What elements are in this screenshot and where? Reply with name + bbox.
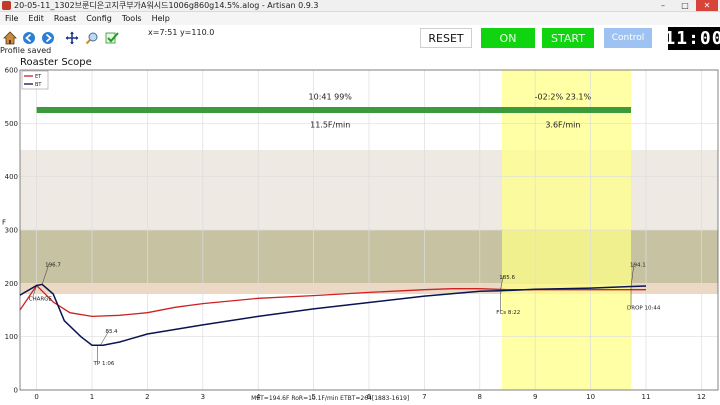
- x-tick-label: 1: [90, 393, 94, 401]
- x-tick-label: 7: [422, 393, 426, 401]
- zoom-icon[interactable]: [85, 31, 99, 45]
- annotation-label: TP 1:06: [93, 361, 115, 367]
- menu-roast[interactable]: Roast: [49, 14, 81, 23]
- back-icon[interactable]: [22, 31, 36, 45]
- annotation-label: CHARGE: [29, 296, 53, 302]
- footer-stats: MET=194.6F RoR=10.1F/min ETBT=264[1883-1…: [251, 395, 409, 401]
- x-tick-label: 12: [697, 393, 706, 401]
- start-button[interactable]: START: [542, 28, 594, 48]
- on-button[interactable]: ON: [481, 28, 535, 48]
- menu-edit[interactable]: Edit: [23, 14, 49, 23]
- x-tick-label: 8: [478, 393, 482, 401]
- x-tick-label: 0: [34, 393, 38, 401]
- phase-label: 11.5F/min: [310, 121, 350, 130]
- pan-icon[interactable]: [65, 31, 79, 45]
- annotation-label: 185.6: [499, 275, 515, 281]
- y-tick-label: 300: [5, 227, 18, 235]
- phase-label: 10:41 99%: [309, 92, 353, 101]
- y-tick-label: 600: [5, 67, 18, 75]
- y-tick-label: 200: [5, 280, 18, 288]
- x-tick-label: 11: [642, 393, 651, 401]
- x-tick-label: 10: [586, 393, 595, 401]
- annotation-label: 83.4: [105, 329, 118, 335]
- window-title: 20-05-11_1302브룬디은고지쿠부가A워시드1006g860g14.5%…: [14, 1, 319, 10]
- y-tick-label: 0: [14, 387, 18, 395]
- roaster-chart[interactable]: Roaster Scope 0 1 2 3 4 5 6 7 8 9 10 11 12 0 100 200 300…: [0, 55, 720, 402]
- reset-button[interactable]: RESET: [420, 28, 472, 48]
- menu-config[interactable]: Config: [81, 14, 117, 23]
- maximize-button[interactable]: □: [674, 0, 696, 11]
- annotation-label: FCs 8:22: [496, 310, 520, 316]
- annotation-label: 196.7: [45, 262, 61, 268]
- app-icon: [2, 1, 11, 10]
- close-button[interactable]: ✕: [696, 0, 718, 11]
- legend-entry: ET: [35, 74, 42, 80]
- phase-label: -02:2% 23.1%: [535, 92, 592, 101]
- x-tick-label: 9: [533, 393, 537, 401]
- minimize-button[interactable]: –: [652, 0, 674, 11]
- title-bar: 20-05-11_1302브룬디은고지쿠부가A워시드1006g860g14.5%…: [0, 0, 720, 12]
- menu-help[interactable]: Help: [147, 14, 175, 23]
- y-axis-label: F: [2, 219, 6, 227]
- menu-tools[interactable]: Tools: [117, 14, 147, 23]
- phase-label: 3.6F/min: [545, 121, 580, 130]
- status-message: Profile saved: [0, 46, 52, 55]
- phase-bar: [36, 107, 632, 113]
- y-tick-label: 400: [5, 173, 18, 181]
- annotation-label: 194.1: [630, 263, 646, 269]
- menu-file[interactable]: File: [0, 14, 23, 23]
- menu-bar: File Edit Roast Config Tools Help: [0, 12, 720, 25]
- y-tick-label: 500: [5, 120, 18, 128]
- timer-lcd: 11:00: [664, 27, 720, 50]
- chart-title: Roaster Scope: [20, 57, 92, 68]
- coordinate-readout: x=7:51 y=110.0: [148, 28, 215, 37]
- annotation-label: DROP 10:44: [627, 306, 661, 312]
- window-controls: – □ ✕: [652, 0, 718, 12]
- control-button[interactable]: Control: [604, 28, 652, 48]
- forward-icon[interactable]: [41, 31, 55, 45]
- x-tick-label: 3: [201, 393, 205, 401]
- toolbar: x=7:51 y=110.0 Profile saved RESET ON ST…: [0, 25, 720, 55]
- y-tick-label: 100: [5, 333, 18, 341]
- home-icon[interactable]: [3, 31, 17, 45]
- check-icon[interactable]: [105, 31, 119, 45]
- chart-svg: 0 1 2 3 4 5 6 7 8 9 10 11 120100200300400500600F10:4…: [2, 67, 719, 402]
- legend-entry: BT: [35, 82, 42, 88]
- x-tick-label: 2: [145, 393, 149, 401]
